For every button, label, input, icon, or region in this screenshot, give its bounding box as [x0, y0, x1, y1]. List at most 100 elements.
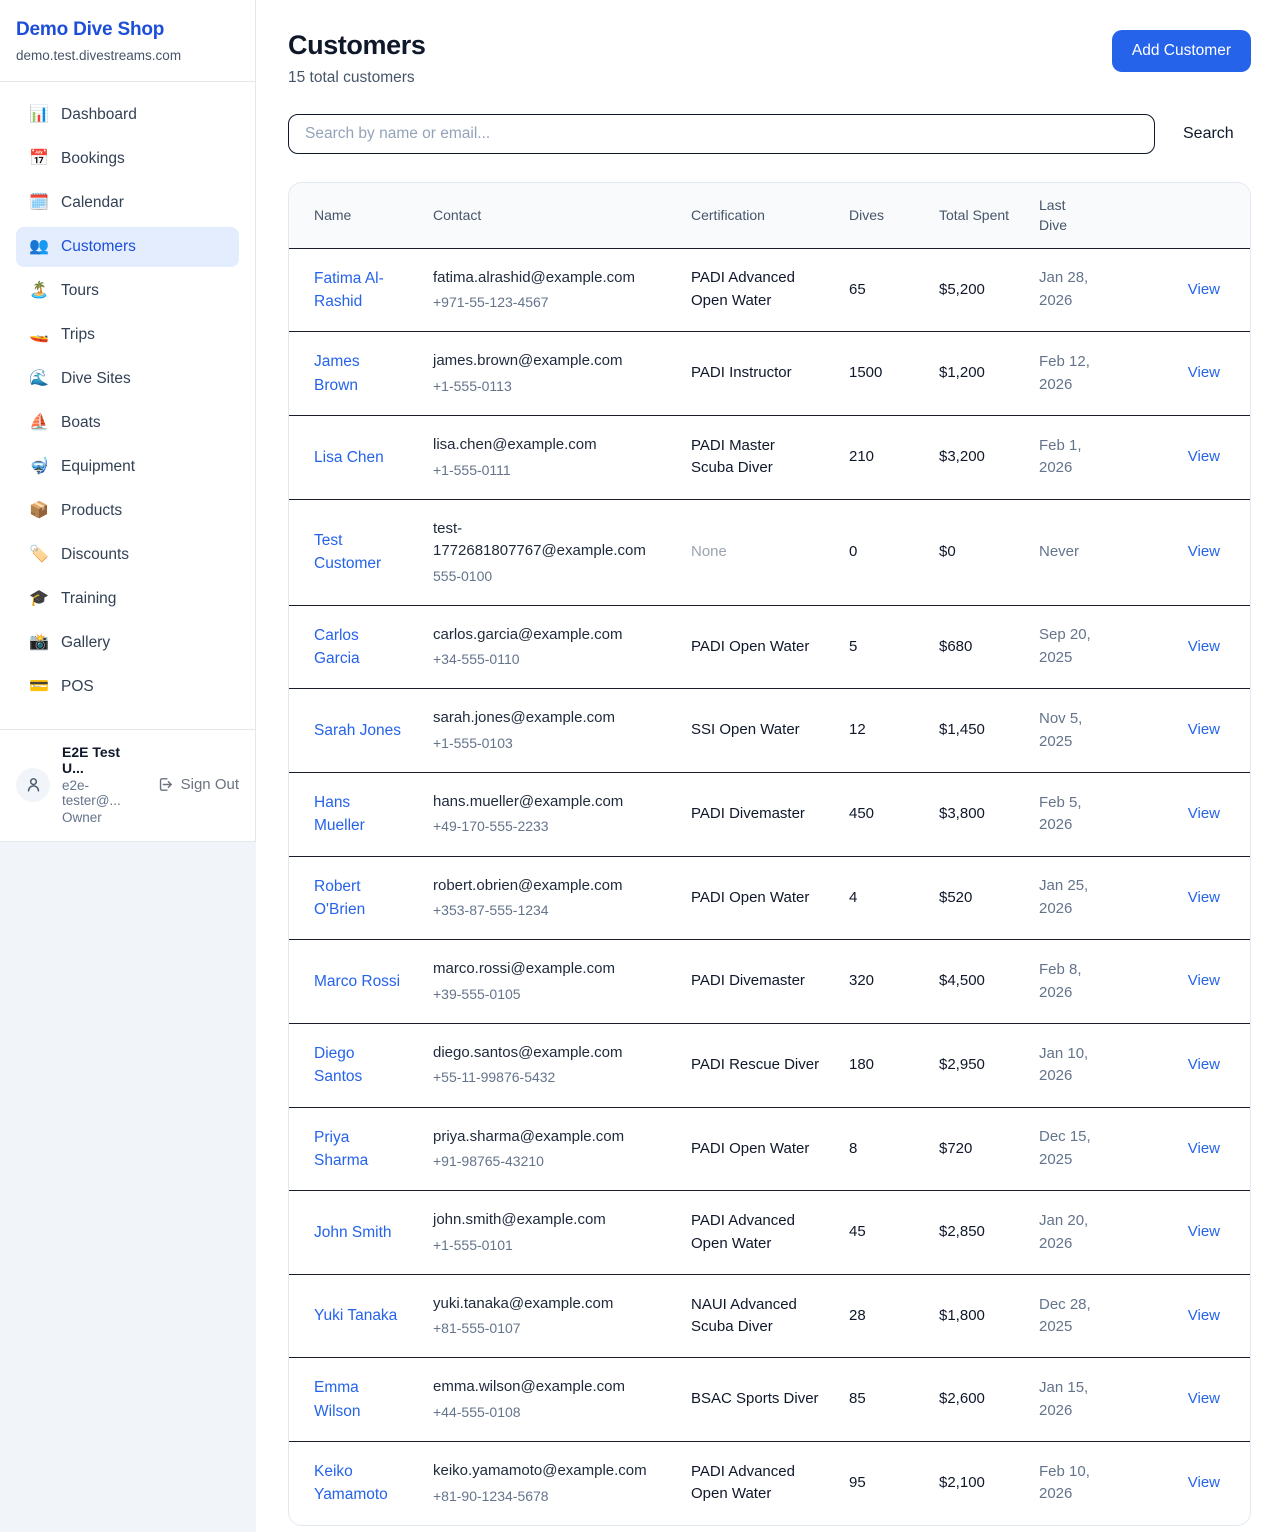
customer-name-link[interactable]: Diego Santos — [314, 1042, 405, 1089]
table-row: Fatima Al-Rashid fatima.alrashid@example… — [289, 248, 1250, 332]
customer-dives: 450 — [849, 772, 939, 856]
sidebar-item-pos[interactable]: 💳 POS — [16, 667, 239, 707]
customer-phone: +39-555-0105 — [433, 984, 663, 1005]
customer-email: emma.wilson@example.com — [433, 1376, 663, 1399]
customers-table-card: NameContactCertificationDivesTotal Spent… — [288, 182, 1251, 1526]
customer-name-link[interactable]: Hans Mueller — [314, 791, 405, 838]
view-customer-link[interactable]: View — [1188, 638, 1220, 655]
customer-dives: 28 — [849, 1274, 939, 1358]
customer-certification: SSI Open Water — [691, 721, 800, 738]
search-button[interactable]: Search — [1183, 125, 1234, 143]
view-customer-link[interactable]: View — [1188, 1390, 1220, 1407]
sidebar-item-dive-sites[interactable]: 🌊 Dive Sites — [16, 359, 239, 399]
customer-last-dive: Feb 12, 2026 — [1039, 332, 1125, 416]
view-customer-link[interactable]: View — [1188, 1474, 1220, 1491]
customer-phone: 555-0100 — [433, 566, 663, 587]
sidebar-item-tours[interactable]: 🏝️ Tours — [16, 271, 239, 311]
customer-last-dive: Jan 28, 2026 — [1039, 248, 1125, 332]
customer-name-link[interactable]: Keiko Yamamoto — [314, 1460, 405, 1507]
customer-name-link[interactable]: Priya Sharma — [314, 1126, 405, 1173]
view-customer-link[interactable]: View — [1188, 543, 1220, 560]
view-customer-link[interactable]: View — [1188, 1307, 1220, 1324]
table-row: James Brown james.brown@example.com +1-5… — [289, 332, 1250, 416]
sidebar-item-boats[interactable]: ⛵ Boats — [16, 403, 239, 443]
sidebar-item-customers[interactable]: 👥 Customers — [16, 227, 239, 267]
add-customer-button[interactable]: Add Customer — [1112, 30, 1251, 72]
customer-name-link[interactable]: John Smith — [314, 1221, 392, 1244]
user-info: E2E Test U... e2e-tester@... Owner — [62, 744, 145, 825]
view-customer-link[interactable]: View — [1188, 448, 1220, 465]
spiral-calendar-icon: 🗓️ — [28, 195, 50, 211]
customer-email: fatima.alrashid@example.com — [433, 267, 663, 290]
customer-dives: 180 — [849, 1023, 939, 1107]
sign-out-button[interactable]: Sign Out — [157, 776, 239, 793]
customer-phone: +81-90-1234-5678 — [433, 1486, 663, 1507]
sidebar-item-equipment[interactable]: 🤿 Equipment — [16, 447, 239, 487]
customer-phone: +44-555-0108 — [433, 1402, 663, 1423]
customer-dives: 85 — [849, 1358, 939, 1442]
people-icon: 👥 — [28, 239, 50, 255]
customer-total-spent: $2,850 — [939, 1191, 1039, 1275]
view-customer-link[interactable]: View — [1188, 1140, 1220, 1157]
table-row: Test Customer test-1772681807767@example… — [289, 499, 1250, 605]
sidebar-item-calendar[interactable]: 🗓️ Calendar — [16, 183, 239, 223]
customer-certification: PADI Rescue Diver — [691, 1056, 819, 1073]
sidebar: Demo Dive Shop demo.test.divestreams.com… — [0, 0, 256, 842]
customer-name-link[interactable]: James Brown — [314, 350, 405, 397]
customer-last-dive: Sep 20, 2025 — [1039, 605, 1125, 689]
table-row: Yuki Tanaka yuki.tanaka@example.com +81-… — [289, 1274, 1250, 1358]
customer-last-dive: Dec 15, 2025 — [1039, 1107, 1125, 1191]
sidebar-item-gallery[interactable]: 📸 Gallery — [16, 623, 239, 663]
customer-name-link[interactable]: Test Customer — [314, 529, 405, 576]
customer-email: john.smith@example.com — [433, 1209, 663, 1232]
customer-name-link[interactable]: Sarah Jones — [314, 719, 401, 742]
view-customer-link[interactable]: View — [1188, 1056, 1220, 1073]
view-customer-link[interactable]: View — [1188, 1223, 1220, 1240]
sidebar-item-products[interactable]: 📦 Products — [16, 491, 239, 531]
view-customer-link[interactable]: View — [1188, 972, 1220, 989]
sidebar-item-discounts[interactable]: 🏷️ Discounts — [16, 535, 239, 575]
sidebar-item-trips[interactable]: 🚤 Trips — [16, 315, 239, 355]
view-customer-link[interactable]: View — [1188, 364, 1220, 381]
customer-email: james.brown@example.com — [433, 350, 663, 373]
user-panel: E2E Test U... e2e-tester@... Owner Sign … — [0, 729, 255, 841]
title-block: Customers 15 total customers — [288, 30, 425, 87]
customer-name-link[interactable]: Emma Wilson — [314, 1376, 405, 1423]
customer-name-link[interactable]: Robert O'Brien — [314, 875, 405, 922]
page: Demo Dive Shop demo.test.divestreams.com… — [0, 0, 1280, 1532]
customer-email: marco.rossi@example.com — [433, 958, 663, 981]
sidebar-item-training[interactable]: 🎓 Training — [16, 579, 239, 619]
view-customer-link[interactable]: View — [1188, 281, 1220, 298]
customer-phone: +971-55-123-4567 — [433, 292, 663, 313]
sidebar-item-dashboard[interactable]: 📊 Dashboard — [16, 95, 239, 135]
customer-name-link[interactable]: Yuki Tanaka — [314, 1304, 397, 1327]
customer-phone: +81-555-0107 — [433, 1318, 663, 1339]
customer-email: test-1772681807767@example.com — [433, 518, 663, 563]
view-customer-link[interactable]: View — [1188, 889, 1220, 906]
sidebar-item-bookings[interactable]: 📅 Bookings — [16, 139, 239, 179]
customer-name-link[interactable]: Marco Rossi — [314, 970, 400, 993]
customer-last-dive: Jan 10, 2026 — [1039, 1023, 1125, 1107]
customers-table: NameContactCertificationDivesTotal Spent… — [289, 183, 1250, 1525]
customer-name-link[interactable]: Fatima Al-Rashid — [314, 267, 405, 314]
logout-icon — [157, 776, 174, 793]
speedboat-icon: 🚤 — [28, 327, 50, 343]
customer-name-link[interactable]: Carlos Garcia — [314, 624, 405, 671]
view-customer-link[interactable]: View — [1188, 721, 1220, 738]
credit-card-icon: 💳 — [28, 679, 50, 695]
customer-total-spent: $3,800 — [939, 772, 1039, 856]
customer-certification: PADI Advanced Open Water — [691, 1212, 795, 1252]
customer-dives: 4 — [849, 856, 939, 940]
customer-last-dive: Nov 5, 2025 — [1039, 689, 1125, 773]
customer-email: diego.santos@example.com — [433, 1042, 663, 1065]
user-role: Owner — [62, 810, 145, 825]
view-customer-link[interactable]: View — [1188, 805, 1220, 822]
search-input[interactable] — [288, 114, 1155, 154]
customer-total-spent: $2,950 — [939, 1023, 1039, 1107]
customer-email: carlos.garcia@example.com — [433, 624, 663, 647]
customer-name-link[interactable]: Lisa Chen — [314, 446, 384, 469]
customer-total-spent: $1,450 — [939, 689, 1039, 773]
customer-total-spent: $520 — [939, 856, 1039, 940]
shop-name: Demo Dive Shop — [16, 19, 239, 41]
customer-total-spent: $4,500 — [939, 940, 1039, 1024]
